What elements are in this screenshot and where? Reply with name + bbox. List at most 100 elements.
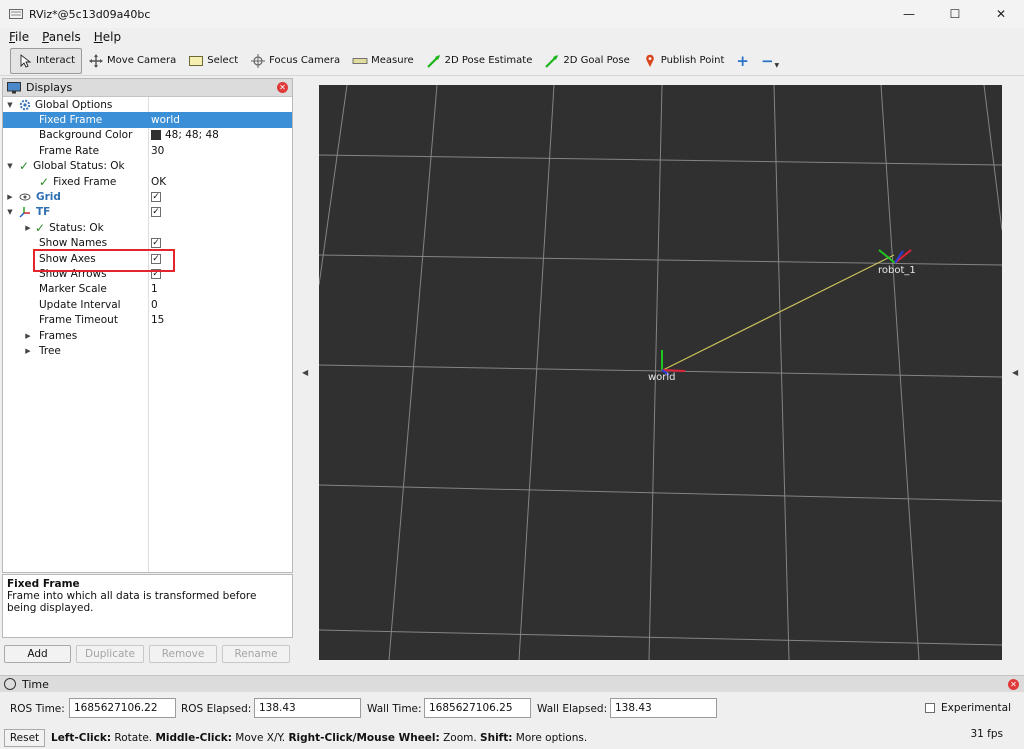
world-frame-label: world	[648, 372, 676, 383]
wall-time-field[interactable]: 1685627106.25	[424, 698, 531, 718]
cursor-icon	[20, 53, 32, 68]
robot-frame-axes[interactable]	[878, 249, 912, 264]
marker-scale-value[interactable]: 1	[151, 283, 158, 295]
dropdown-indicator-icon: ▼	[774, 62, 780, 69]
tree-row-global-options[interactable]: ▼ Global Options	[3, 97, 292, 112]
background-color-value: 48; 48; 48	[165, 129, 219, 142]
checkmark-icon: ✓	[39, 174, 50, 189]
robot-frame-label: robot_1	[878, 265, 916, 276]
expand-arrow-icon[interactable]: ▼	[5, 101, 15, 109]
collapse-left-panel-icon[interactable]: ◀	[302, 368, 308, 377]
pin-icon	[645, 54, 654, 67]
menu-panels[interactable]: Panels	[42, 30, 81, 44]
wall-elapsed-field[interactable]: 138.43	[610, 698, 717, 718]
fixed-frame-status-value: OK	[151, 175, 167, 188]
expand-arrow-icon[interactable]: ▼	[5, 208, 15, 216]
collapse-arrow-icon[interactable]: ▶	[23, 347, 33, 355]
measure-tool-button[interactable]: Measure	[346, 48, 420, 74]
checkmark-icon: ✓	[35, 220, 46, 235]
fixed-frame-value[interactable]: world	[151, 114, 180, 126]
close-time-panel-icon[interactable]: ✕	[1008, 679, 1019, 690]
show-names-checkbox[interactable]: ✓	[151, 238, 161, 249]
show-names-highlight-box	[33, 249, 175, 272]
grid-eye-icon	[19, 193, 31, 201]
select-tool-button[interactable]: Select	[182, 48, 244, 74]
collapse-arrow-icon[interactable]: ▶	[23, 224, 33, 232]
title-bar: RViz*@5c13d09a40bc — ☐ ✕	[0, 0, 1024, 28]
add-tool-button[interactable]: +	[730, 48, 755, 74]
2d-pose-estimate-tool-button[interactable]: 2D Pose Estimate	[420, 48, 539, 74]
interact-tool-button[interactable]: Interact	[10, 47, 83, 74]
minimize-button[interactable]: —	[886, 0, 932, 28]
close-displays-panel-icon[interactable]: ✕	[277, 82, 288, 93]
update-interval-value[interactable]: 0	[151, 299, 158, 311]
expand-arrow-icon[interactable]: ▼	[5, 162, 15, 170]
tree-row-tree[interactable]: ▶ Tree	[3, 343, 292, 358]
ruler-icon	[352, 57, 368, 64]
tree-row-frame-timeout[interactable]: Frame Timeout 15	[3, 312, 292, 327]
render-canvas[interactable]: world robot_1	[319, 85, 1002, 660]
duplicate-display-button[interactable]: Duplicate	[76, 645, 144, 663]
move-camera-icon	[89, 53, 104, 68]
plus-icon: +	[736, 51, 749, 70]
experimental-option[interactable]: Experimental	[925, 702, 1011, 714]
menu-bar: File Panels Help	[0, 28, 1024, 46]
tree-row-update-interval[interactable]: Update Interval 0	[3, 297, 292, 312]
gear-icon	[19, 99, 31, 110]
toolbar: Interact Move Camera Select Focus Camera…	[0, 46, 1024, 76]
description-text: Frame into which all data is transformed…	[7, 590, 257, 614]
tree-row-grid[interactable]: ▶ Grid ✓	[3, 189, 292, 204]
tf-enabled-checkbox[interactable]: ✓	[151, 207, 161, 218]
ros-time-field[interactable]: 1685627106.22	[69, 698, 176, 718]
add-display-button[interactable]: Add	[4, 645, 71, 663]
clock-icon	[4, 678, 16, 690]
tree-row-frame-rate[interactable]: Frame Rate 30	[3, 143, 292, 158]
ros-elapsed-label: ROS Elapsed:	[181, 703, 252, 715]
mouse-hint-text: Left-Click: Rotate. Middle-Click: Move X…	[51, 732, 588, 744]
menu-file[interactable]: File	[9, 30, 29, 44]
focus-camera-tool-button[interactable]: Focus Camera	[244, 48, 346, 74]
collapse-arrow-icon[interactable]: ▶	[23, 332, 33, 340]
2d-goal-pose-tool-button[interactable]: 2D Goal Pose	[538, 48, 635, 74]
displays-panel-header: Displays ✕	[3, 79, 292, 97]
rviz-app-icon	[9, 9, 23, 19]
remove-tool-button[interactable]: − ▼	[755, 48, 785, 74]
collapse-arrow-icon[interactable]: ▶	[5, 193, 15, 201]
reset-button[interactable]: Reset	[4, 729, 45, 747]
focus-icon	[251, 53, 266, 68]
close-window-button[interactable]: ✕	[978, 0, 1024, 28]
rename-display-button[interactable]: Rename	[222, 645, 290, 663]
ros-elapsed-field[interactable]: 138.43	[254, 698, 361, 718]
time-panel-title: Time	[22, 677, 49, 691]
wall-elapsed-label: Wall Elapsed:	[537, 703, 608, 715]
tree-row-tf-status[interactable]: ▶ ✓ Status: Ok	[3, 220, 292, 235]
monitor-icon	[7, 81, 21, 93]
frame-rate-value[interactable]: 30	[151, 145, 164, 157]
tree-row-fixed-frame-status[interactable]: ✓ Fixed Frame OK	[3, 174, 292, 189]
experimental-checkbox[interactable]	[925, 703, 935, 713]
tree-row-fixed-frame[interactable]: Fixed Frame world	[3, 112, 292, 128]
tree-row-tf[interactable]: ▼ TF ✓	[3, 205, 292, 220]
property-description: Fixed Frame Frame into which all data is…	[2, 574, 293, 638]
fps-counter: 31 fps	[970, 728, 1003, 740]
tree-row-marker-scale[interactable]: Marker Scale 1	[3, 282, 292, 297]
maximize-button[interactable]: ☐	[932, 0, 978, 28]
menu-help[interactable]: Help	[94, 30, 121, 44]
displays-panel-title: Displays	[26, 81, 73, 94]
publish-point-tool-button[interactable]: Publish Point	[636, 48, 731, 74]
time-panel-header: Time ✕	[0, 675, 1024, 692]
green-arrow-icon	[426, 54, 440, 68]
3d-render-viewport[interactable]: world robot_1	[319, 85, 1002, 660]
grid-enabled-checkbox[interactable]: ✓	[151, 192, 161, 203]
tree-row-global-status[interactable]: ▼ ✓ Global Status: Ok	[3, 159, 292, 174]
green-arrow-icon	[545, 54, 559, 68]
collapse-right-panel-icon[interactable]: ◀	[1012, 368, 1018, 377]
displays-tree: ▼ Global Options Fixed Frame world Backg…	[3, 97, 292, 572]
remove-display-button[interactable]: Remove	[149, 645, 217, 663]
tree-row-background-color[interactable]: Background Color 48; 48; 48	[3, 128, 292, 143]
status-bar: Reset Left-Click: Rotate. Middle-Click: …	[0, 728, 1024, 749]
tree-row-frames[interactable]: ▶ Frames	[3, 328, 292, 343]
color-swatch[interactable]	[151, 130, 161, 141]
move-camera-tool-button[interactable]: Move Camera	[82, 48, 182, 74]
frame-timeout-value[interactable]: 15	[151, 314, 164, 326]
